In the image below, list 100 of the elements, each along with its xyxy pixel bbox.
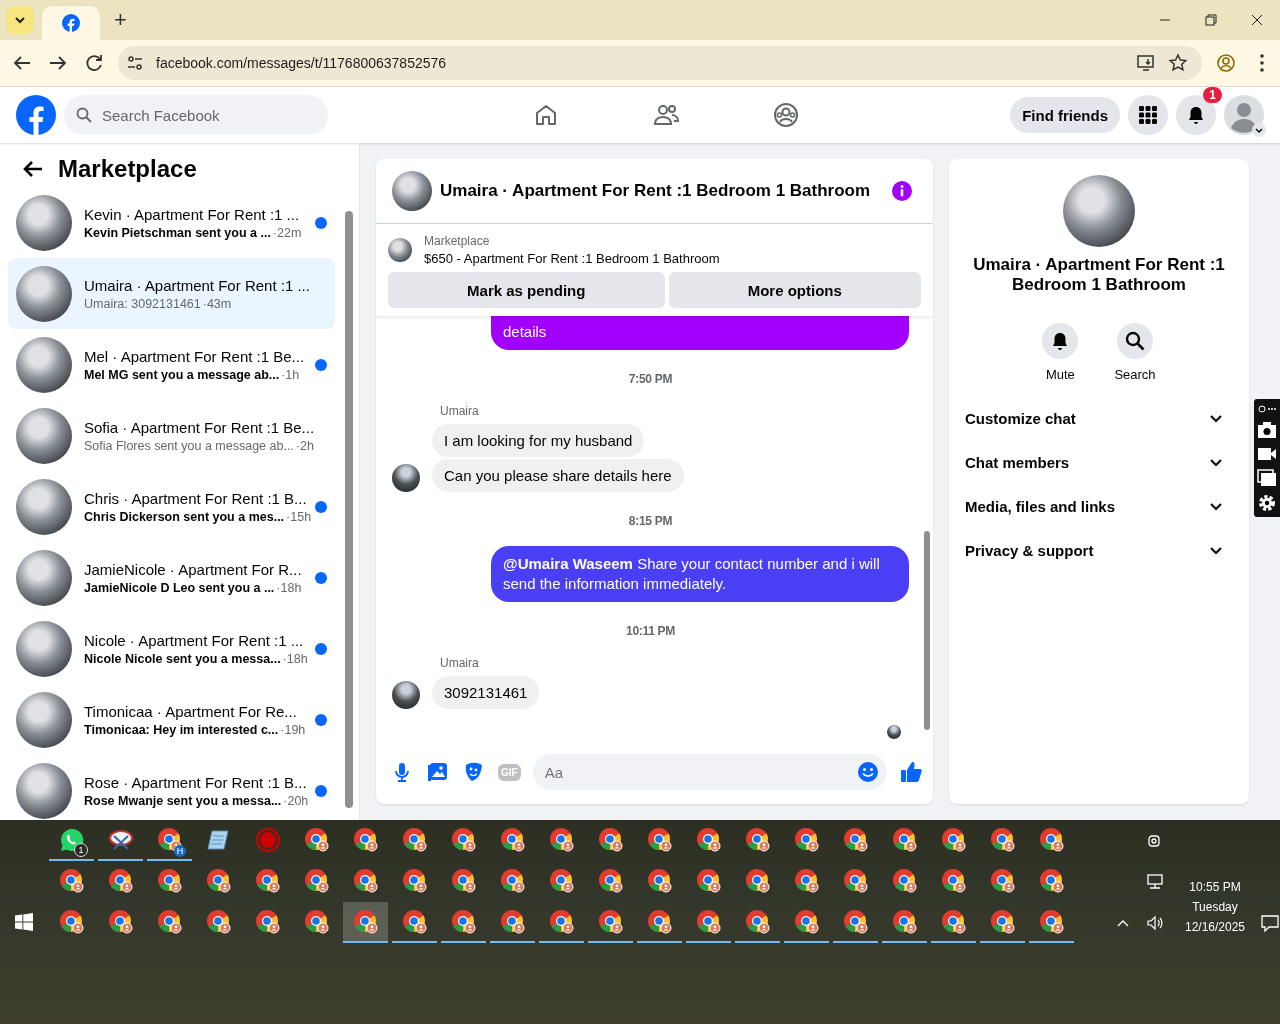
message-preview: JamieNicole D Leo sent you a ... [84, 580, 275, 595]
conversation-item[interactable]: Timonicaa · Apartment For Re... Timonicaa: Hey im interested c... ·19h [8, 684, 335, 755]
home-icon [533, 102, 559, 128]
message-time: ·20h [283, 793, 309, 808]
browser-icon [58, 867, 85, 894]
sent-message-bubble: @Umaira Waseem Share your contact number and i will send the information immediately. [491, 546, 909, 602]
person-silhouette-icon [1224, 95, 1264, 135]
browser-tab[interactable] [42, 6, 100, 40]
windows-start-icon[interactable] [14, 913, 33, 931]
listing-photo [388, 238, 412, 262]
clock[interactable]: 10:55 PM Tuesday 12/16/2025 [1184, 880, 1246, 934]
browser-icon [842, 867, 869, 894]
taskbar-app-button[interactable]: 1 [49, 820, 94, 861]
conversation-item[interactable]: JamieNicole · Apartment For R... JamieNicole D Leo sent you a ... ·18h [8, 542, 335, 613]
notification-center-icon[interactable] [1260, 912, 1280, 933]
thumbs-up-icon[interactable] [899, 760, 923, 784]
browser-icon [891, 908, 918, 935]
network-icon[interactable] [1146, 872, 1164, 891]
browser-icon [891, 826, 918, 853]
search-field[interactable]: Search Facebook [64, 95, 328, 135]
listing-action-button[interactable]: Mark as pending [388, 272, 665, 308]
timestamp: 7:50 PM [628, 372, 673, 386]
browser-icon [107, 908, 134, 935]
conversation-title: Timonicaa · Apartment For Re... [84, 702, 298, 720]
scroll-thumb[interactable] [345, 211, 353, 808]
browser-icon [989, 867, 1016, 894]
section-header[interactable]: Customize chat [957, 396, 1241, 440]
site-settings-icon[interactable] [126, 54, 144, 72]
browser-icon [793, 826, 820, 853]
conversation-item[interactable]: Chris · Apartment For Rent :1 B... Chris Dickerson sent you a mes... ·15h [8, 471, 335, 542]
browser-icon [58, 908, 85, 935]
scroll-thumb[interactable] [924, 531, 930, 730]
action-button[interactable] [1042, 323, 1079, 359]
browser-icon [303, 867, 330, 894]
bookmark-star-icon[interactable] [1168, 53, 1188, 73]
browser-icon [107, 867, 134, 894]
message-time: ·43m [202, 296, 232, 311]
browser-icon [744, 867, 771, 894]
window-icon[interactable] [1257, 469, 1277, 487]
sender-name: Umaira [440, 404, 480, 418]
new-tab-button[interactable]: + [110, 7, 131, 33]
conversation-item[interactable]: Rose · Apartment For Rent :1 B... Rose Mwanje sent you a messa... ·20h [8, 755, 335, 820]
photo-icon[interactable] [426, 760, 450, 784]
chevron-down-icon [14, 14, 26, 26]
browser-icon [352, 826, 379, 853]
gear-icon[interactable] [1257, 493, 1277, 513]
message-text-input[interactable]: Aa [542, 762, 857, 782]
browser-icon [744, 908, 771, 935]
conversation-title: Kevin · Apartment For Rent :1 ... [84, 205, 301, 223]
browser-icon [695, 826, 722, 853]
action-button[interactable] [1117, 323, 1153, 359]
conversation-item[interactable]: Nicole · Apartment For Rent :1 ... Nicole Nicole sent you a messa... ·18h [8, 613, 335, 684]
account-avatar[interactable] [1224, 95, 1264, 135]
search-input[interactable]: Search Facebook [100, 105, 304, 125]
section-header[interactable]: Privacy & support [957, 528, 1241, 572]
listing-action-button[interactable]: More options [668, 272, 921, 308]
message-time: ·2h [295, 438, 314, 453]
taskbar-app-button[interactable]: H [147, 820, 192, 861]
message-preview: Umaira: 3092131461 [84, 296, 201, 311]
facebook-logo-icon[interactable] [16, 95, 56, 135]
search-icon [76, 107, 92, 123]
more-icon[interactable] [1257, 403, 1277, 415]
emoji-icon[interactable] [857, 761, 879, 783]
camera-icon[interactable] [1257, 421, 1277, 439]
menu-grid-button[interactable] [1128, 95, 1168, 135]
section-header[interactable]: Media, files and links [957, 484, 1241, 528]
conversation-title: Mel · Apartment For Rent :1 Be... [84, 347, 303, 365]
search-icon [1125, 331, 1145, 351]
message-preview: Chris Dickerson sent you a mes... [84, 509, 285, 524]
conversation-item[interactable]: Umaira · Apartment For Rent :1 ... Umaira: 3092131461 ·43m [8, 258, 335, 329]
conversation-item[interactable]: Kevin · Apartment For Rent :1 ... Kevin Pietschman sent you a ... ·22m [8, 187, 335, 258]
message-preview: Nicole Nicole sent you a messa... [84, 651, 281, 666]
browser-icon [499, 908, 526, 935]
conversation-item[interactable]: Mel · Apartment For Rent :1 Be... Mel MG sent you a message ab... ·1h [8, 329, 335, 400]
timestamp: 10:11 PM [626, 624, 675, 638]
browser-icon [205, 867, 232, 894]
browser-icon [793, 908, 820, 935]
conversation-item[interactable]: Sofia · Apartment For Rent :1 Be... Sofia Flores sent you a message ab... ·2h [8, 400, 335, 471]
received-message-bubble: Can you please share details here [432, 459, 684, 492]
browser-icon [891, 867, 918, 894]
install-app-icon[interactable] [1136, 53, 1156, 73]
browser-icon [842, 826, 869, 853]
speaker-icon[interactable] [1146, 913, 1164, 932]
browser-icon [1038, 867, 1065, 894]
browser-icon [646, 826, 673, 853]
avatar-photo [392, 681, 420, 709]
info-icon[interactable] [891, 180, 913, 202]
browser-icon [695, 908, 722, 935]
message-input[interactable]: Aa [532, 754, 887, 790]
browser-icon [303, 908, 330, 935]
friends-icon [653, 102, 679, 128]
tab-list-button[interactable] [6, 6, 34, 34]
find-friends-button[interactable]: Find friends [1010, 97, 1120, 133]
notification-badge: 1 [1203, 87, 1222, 103]
address-bar[interactable]: facebook.com/messages/t/1176800637852576 [118, 46, 1202, 80]
chat-title: Umaira · Apartment For Rent :1 Bedroom 1 Bathroom [440, 181, 871, 201]
video-camera-icon[interactable] [1257, 445, 1277, 463]
browser-icon [1038, 908, 1065, 935]
section-header[interactable]: Chat members [957, 440, 1241, 484]
message-preview: Sofia Flores sent you a message ab... [84, 438, 294, 453]
